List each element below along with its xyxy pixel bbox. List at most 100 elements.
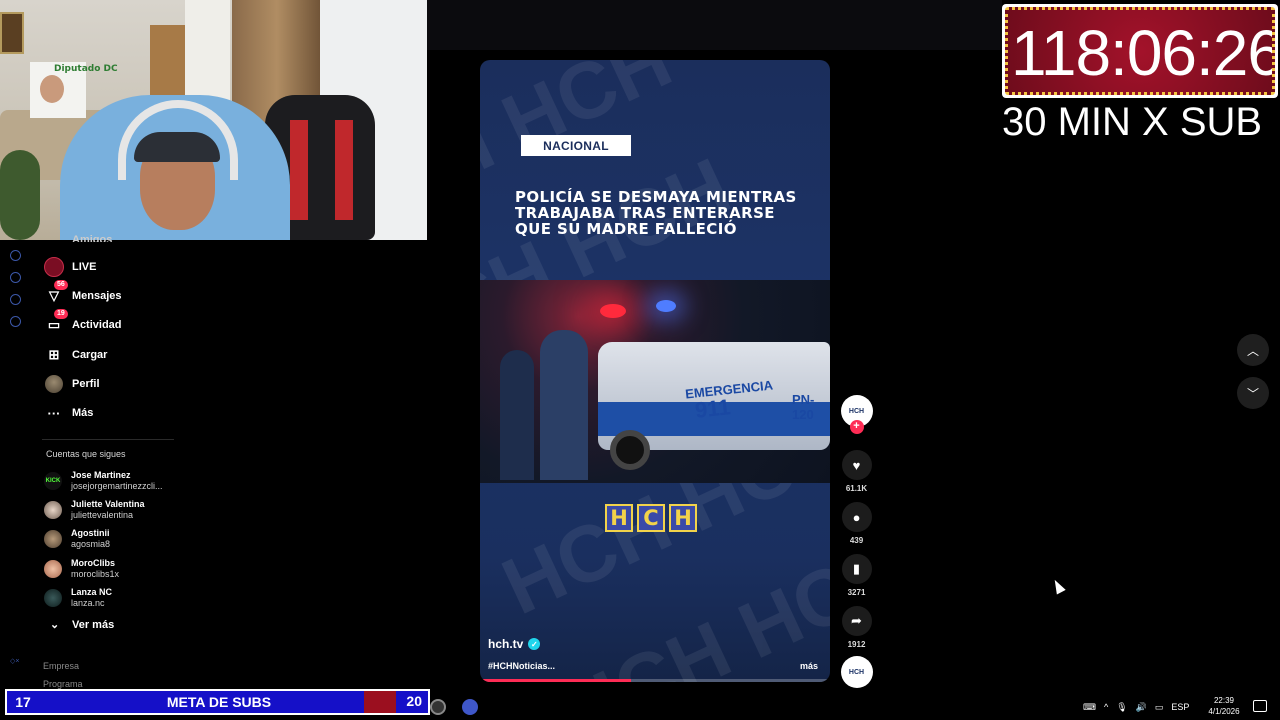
icon-rail [6, 250, 28, 338]
category-tag: NACIONAL [521, 135, 631, 156]
avatar [44, 530, 62, 549]
chevron-up-icon: ︿ [1246, 343, 1259, 358]
comment-count: 439 [849, 536, 864, 545]
rail-bottom-icon[interactable]: ◇× [10, 657, 19, 665]
upload-icon: ⊞ [48, 346, 60, 362]
subs-goal-title: META DE SUBS [166, 694, 272, 710]
sidebar-item-profile[interactable]: Perfil [42, 369, 192, 398]
see-more-button[interactable]: ⌄ Ver más [50, 618, 115, 632]
share-count: 1912 [847, 640, 866, 649]
like-count: 61.1K [845, 484, 868, 493]
sound-avatar-text: HCH [848, 668, 865, 676]
rail-play-icon[interactable] [10, 250, 21, 261]
share-button[interactable]: ➦ [841, 606, 872, 636]
logo-letter: H [605, 504, 633, 532]
following-username: lanza.nc [71, 597, 105, 608]
following-name: MoroClibs [71, 557, 115, 568]
video-progress-bar[interactable] [480, 679, 830, 682]
video-headline: POLICÍA SE DESMAYA MIENTRAS TRABAJABA TR… [515, 188, 797, 238]
sidebar-item-label: Cargar [72, 348, 108, 361]
sidebar-item-label: LIVE [72, 260, 97, 273]
footer-link-company[interactable]: Empresa [43, 661, 79, 671]
taskbar-clock[interactable]: 22:39 4/1/2026 [1203, 695, 1245, 717]
notification-icon[interactable] [1253, 700, 1267, 712]
caption-more-link[interactable]: más [800, 661, 818, 671]
comment-button[interactable]: ● [841, 502, 872, 532]
following-item[interactable]: Lanza NC lanza.nc [44, 583, 194, 612]
avatar [44, 500, 62, 519]
following-name: Jose Martinez [71, 469, 131, 480]
keyboard-icon[interactable]: ⌨ [1083, 702, 1096, 713]
save-button[interactable]: ▮ [841, 554, 872, 584]
sidebar-item-label: Más [72, 407, 94, 420]
sidebar-item-label: Perfil [72, 377, 100, 390]
chevron-down-icon: ⌄ [50, 619, 60, 631]
truck-plate: PN-120 [792, 392, 815, 422]
rail-gear-icon[interactable] [10, 316, 21, 327]
sidebar-item-more[interactable]: ··· Más [42, 398, 192, 427]
creator-avatar[interactable]: HCH + [840, 395, 873, 434]
chevron-down-icon: ﹀ [1246, 386, 1259, 401]
mouse-cursor [1050, 577, 1066, 595]
like-button[interactable]: ♥ [841, 450, 872, 480]
following-title: Cuentas que sigues [46, 449, 126, 459]
more-icon: ··· [47, 405, 61, 421]
following-list: KICK Jose Martinez josejorgemartinezzcli… [44, 466, 194, 612]
following-username: agosmia8 [71, 539, 111, 550]
sidebar-item-label: Actividad [72, 319, 122, 332]
video-caption[interactable]: #HCHNoticias... [488, 661, 555, 671]
activity-icon: ▭ 19 [42, 309, 68, 333]
following-item[interactable]: KICK Jose Martinez josejorgemartinezzcli… [44, 466, 194, 495]
see-more-label: Ver más [72, 618, 115, 631]
following-item[interactable]: Agostinii agosmia8 [44, 525, 194, 554]
subathon-timer: 118:06:26 [1002, 4, 1278, 98]
follow-plus-icon[interactable]: + [849, 420, 864, 434]
top-strip [427, 0, 1002, 50]
timer-display: 118:06:26 [1011, 17, 1275, 89]
save-count: 3271 [847, 588, 866, 597]
subs-current: 17 [15, 694, 31, 710]
sound-avatar[interactable]: HCH [840, 656, 873, 688]
activity-badge: 19 [54, 309, 68, 320]
avatar [44, 588, 62, 607]
microphone-icon[interactable]: 🎙 [1116, 702, 1127, 713]
video-progress-fill [480, 679, 631, 682]
taskbar-app-icon[interactable] [462, 699, 478, 715]
verified-icon: ✓ [528, 638, 541, 650]
creator-avatar-text: HCH [848, 407, 865, 415]
sidebar-item-activity[interactable]: ▭ 19 Actividad [42, 309, 192, 340]
bookmark-icon: ▮ [852, 561, 861, 576]
taskbar-app-icon[interactable] [430, 699, 446, 715]
following-name: Juliette Valentina [71, 498, 145, 509]
sidebar-nav: LIVE ▽ 56 Mensajes ▭ 19 Actividad ⊞ Cargar… [42, 252, 192, 428]
following-item[interactable]: MoroClibs moroclibs1x [44, 554, 194, 583]
comment-icon: ● [852, 509, 861, 525]
timer-subtitle: 30 MIN X SUB [1002, 100, 1263, 144]
footer-link-program[interactable]: Programa [43, 679, 83, 689]
sidebar-item-messages[interactable]: ▽ 56 Mensajes [42, 279, 192, 310]
sidebar-item-live[interactable]: LIVE [42, 252, 192, 281]
video-author[interactable]: hch.tv ✓ [488, 637, 541, 651]
live-icon [44, 256, 64, 277]
messages-icon: ▽ 56 [42, 279, 68, 304]
following-item[interactable]: Juliette Valentina juliettevalentina [44, 495, 194, 524]
rail-clock-icon[interactable] [10, 272, 21, 283]
video-actions: HCH + ♥ 61.1K ● 439 ▮ 3271 ➦ 1912 HCH [840, 395, 873, 688]
rail-chat-icon[interactable] [10, 294, 21, 305]
volume-icon[interactable]: 🔊 [1136, 702, 1147, 713]
sidebar-item-partial[interactable]: Amigos [72, 234, 112, 242]
hch-logo: H C H [605, 504, 697, 532]
following-username: juliettevalentina [71, 509, 134, 520]
sidebar-item-upload[interactable]: ⊞ Cargar [42, 340, 192, 369]
next-video-button[interactable]: ﹀ [1237, 377, 1269, 409]
previous-video-button[interactable]: ︿ [1237, 334, 1269, 366]
subs-goal-marker [364, 691, 396, 713]
chevron-up-icon[interactable]: ^ [1104, 702, 1108, 712]
logo-letter: H [669, 504, 697, 532]
news-photo: EMERGENCIA 911 PN-120 [480, 280, 830, 483]
subs-target: 20 [406, 693, 422, 709]
webcam-overlay: Diputado DC [0, 0, 427, 240]
video-player[interactable]: HCH HCHHCH HCHHCH HCHHCH HCHHCH HCH NACI… [480, 60, 830, 682]
network-icon[interactable]: ▭ [1155, 702, 1164, 713]
language-indicator[interactable]: ESP [1171, 702, 1189, 712]
